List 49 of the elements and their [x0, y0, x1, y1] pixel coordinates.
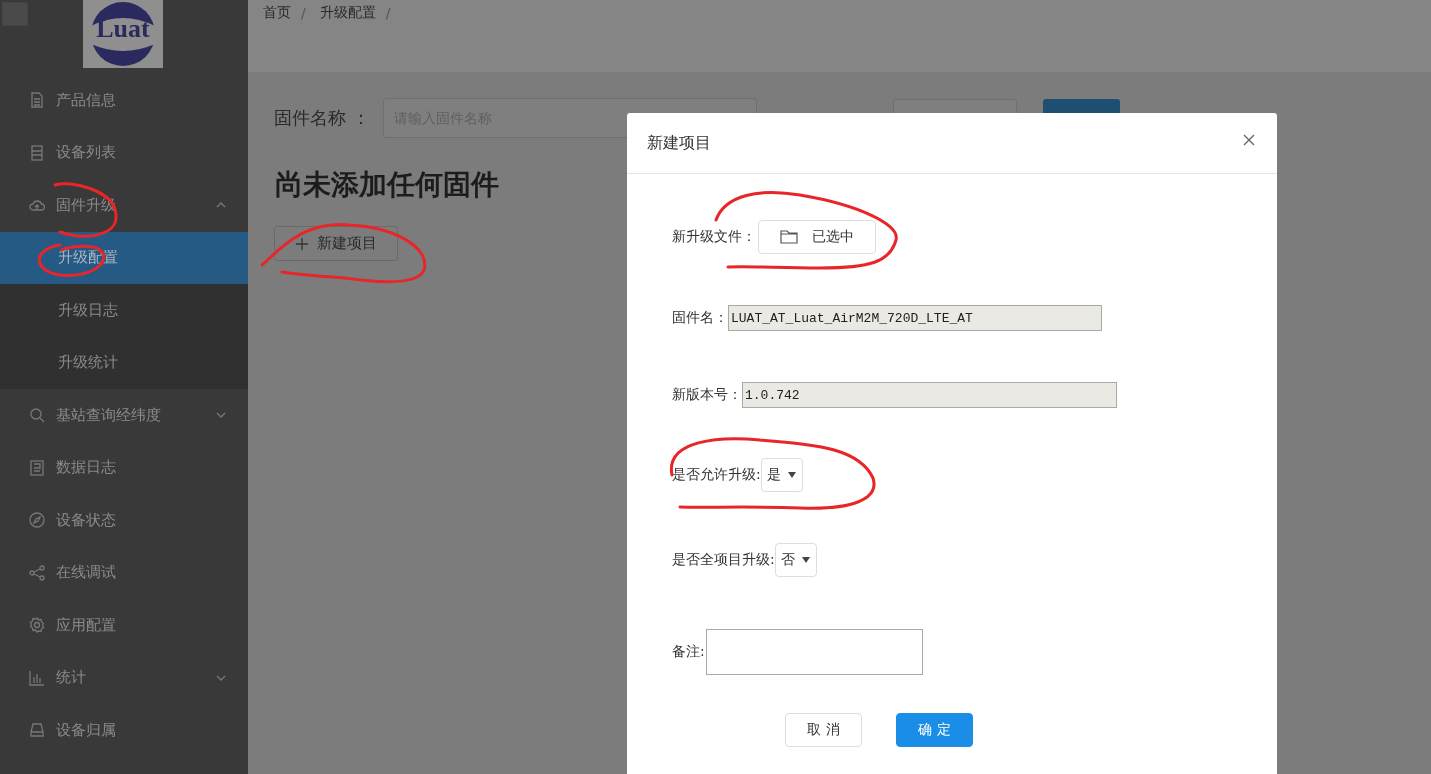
- sidebar-item[interactable]: 基站查询经纬度: [0, 389, 248, 442]
- field-label: 新升级文件：: [672, 228, 756, 246]
- logo-text: Luat: [95, 14, 151, 44]
- folder-icon: [780, 230, 798, 244]
- sidebar-item[interactable]: 设备列表: [0, 126, 248, 179]
- breadcrumb-link[interactable]: 首页: [263, 4, 291, 22]
- readonly-field[interactable]: LUAT_AT_Luat_AirM2M_720D_LTE_AT: [728, 305, 1102, 331]
- sidebar-item[interactable]: 数据日志: [0, 441, 248, 494]
- cloud-upload-icon: [29, 197, 45, 214]
- empty-message: 尚未添加任何固件: [275, 167, 500, 203]
- caret-icon: [801, 557, 810, 563]
- field-label: 备注:: [672, 643, 705, 661]
- drive-icon: [29, 722, 45, 739]
- confirm-button[interactable]: 确 定: [896, 713, 973, 747]
- breadcrumb-separator: /: [301, 5, 306, 21]
- sidebar-item[interactable]: 设备状态: [0, 494, 248, 547]
- settings-icon: [29, 617, 45, 634]
- field-label: 固件名：: [672, 309, 728, 327]
- sidebar-item[interactable]: 在线调试: [0, 546, 248, 599]
- filter-label: 固件名称 ：: [274, 106, 371, 130]
- file-button[interactable]: 已选中: [758, 220, 876, 254]
- plus-icon: [295, 237, 308, 250]
- annotation-scribble: [53, 182, 118, 238]
- field-label: 是否允许升级:: [672, 466, 761, 484]
- compass-icon: [29, 512, 45, 529]
- list-icon: [29, 144, 45, 161]
- sidebar-item[interactable]: 统计: [0, 651, 248, 704]
- close-icon[interactable]: [1243, 134, 1255, 146]
- search-icon: [29, 407, 45, 424]
- sidebar-subitem[interactable]: 升级日志: [0, 284, 248, 337]
- caret-icon: [787, 472, 796, 478]
- breadcrumb-link[interactable]: 升级配置: [319, 4, 376, 22]
- document-icon: [29, 92, 45, 109]
- sidebar-item[interactable]: 设备归属: [0, 704, 248, 757]
- select-dropdown[interactable]: 是: [760, 458, 803, 492]
- remark-field[interactable]: [705, 629, 923, 675]
- cancel-button[interactable]: 取 消: [785, 713, 862, 747]
- sidebar-item[interactable]: 应用配置: [0, 599, 248, 652]
- select-dropdown[interactable]: 否: [774, 543, 817, 577]
- field-label: 新版本号：: [672, 386, 742, 404]
- readonly-field[interactable]: 1.0.742: [742, 382, 1117, 408]
- report-icon: [29, 459, 45, 476]
- sidebar-item[interactable]: 产品信息: [0, 74, 248, 127]
- bar-chart-icon: [29, 669, 45, 686]
- new-project-button[interactable]: 新建项目: [274, 226, 398, 261]
- field-label: 是否全项目升级:: [672, 551, 775, 569]
- breadcrumb-separator: /: [385, 5, 391, 21]
- sidebar-subitem[interactable]: 升级统计: [0, 336, 248, 389]
- share-icon: [29, 564, 45, 581]
